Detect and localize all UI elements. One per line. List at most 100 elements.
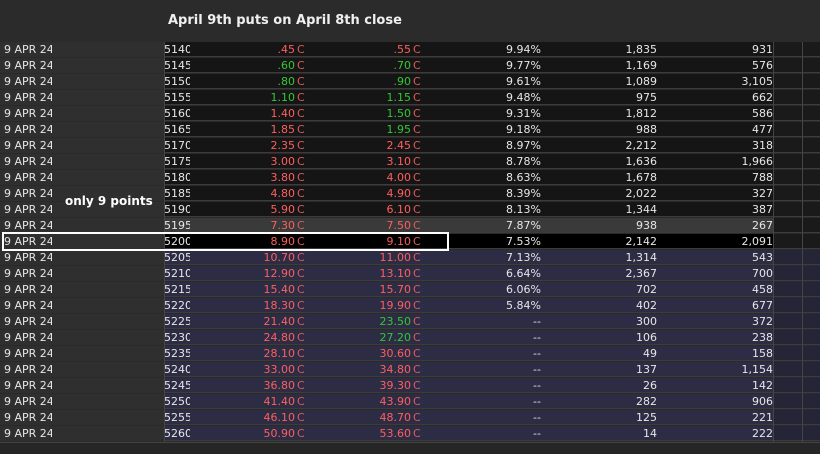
row-tail <box>773 74 820 88</box>
date-cell: 9 APR 24 <box>0 298 52 313</box>
table-row[interactable]: 9 APR 24 5160 1.40 C 1.50 C 9.31% 1,812 586 <box>0 106 820 121</box>
volume-cell: 2,022 <box>625 187 658 200</box>
table-row[interactable]: 9 APR 24 5205 10.70 C 11.00 C 7.13% 1,314 543 <box>0 250 820 265</box>
table-row[interactable]: 9 APR 24 5225 21.40 C 23.50 C -- 300 372 <box>0 314 820 329</box>
bid-flag-cell: C <box>297 187 305 200</box>
table-row[interactable]: 9 APR 24 5165 1.85 C 1.95 C 9.18% 988 477 <box>0 122 820 137</box>
row-tail <box>773 42 820 56</box>
strike-cell: 5170 <box>164 139 190 152</box>
table-row[interactable]: 9 APR 24 5245 36.80 C 39.30 C -- 26 142 <box>0 378 820 393</box>
open-interest-cell: 788 <box>752 171 773 184</box>
row-tail <box>773 346 820 360</box>
bid-flag-cell: C <box>297 427 305 440</box>
iv-cell: 9.61% <box>506 75 541 88</box>
strike-cell: 5140 <box>164 43 190 56</box>
date-cell: 9 APR 24 <box>0 266 52 281</box>
strike-cell: 5210 <box>164 267 190 280</box>
volume-cell: 1,169 <box>625 59 658 72</box>
date-cell: 9 APR 24 <box>0 378 52 393</box>
bid-cell: 18.30 <box>263 299 296 312</box>
ask-cell: 39.30 <box>379 379 412 392</box>
ask-cell: 13.10 <box>379 267 412 280</box>
ask-cell: 15.70 <box>379 283 412 296</box>
strike-cell: 5180 <box>164 171 190 184</box>
spacer-cell <box>52 106 164 121</box>
column-separator <box>773 42 774 442</box>
row-tail <box>773 410 820 424</box>
table-row[interactable]: 9 APR 24 5140.45 C .55 C 9.94% 1,835 931 <box>0 42 820 57</box>
volume-cell: 1,314 <box>625 251 658 264</box>
spacer-cell <box>52 394 164 409</box>
bid-flag-cell: C <box>297 379 305 392</box>
table-row[interactable]: 9 APR 24 5255 46.10 C 48.70 C -- 125 221 <box>0 410 820 425</box>
table-row[interactable]: 9 APR 24 5145.60 C .70 C 9.77% 1,169 576 <box>0 58 820 73</box>
table-row[interactable]: 9 APR 24 5215 15.40 C 15.70 C 6.06% 702 458 <box>0 282 820 297</box>
open-interest-cell: 677 <box>752 299 773 312</box>
bid-cell: 24.80 <box>263 331 296 344</box>
bid-flag-cell: C <box>297 43 305 56</box>
ask-cell: 4.00 <box>386 171 412 184</box>
bid-cell: 36.80 <box>263 379 296 392</box>
spacer-cell <box>52 138 164 153</box>
volume-cell: 26 <box>643 379 657 392</box>
date-cell: 9 APR 24 <box>0 186 52 201</box>
open-interest-cell: 238 <box>752 331 773 344</box>
iv-cell: 9.31% <box>506 107 541 120</box>
volume-cell: 106 <box>636 331 657 344</box>
open-interest-cell: 1,966 <box>741 155 774 168</box>
ask-cell: 1.15 <box>386 91 412 104</box>
date-cell: 9 APR 24 <box>0 74 52 89</box>
table-row[interactable]: 9 APR 24 5235 28.10 C 30.60 C -- 49 158 <box>0 346 820 361</box>
table-row[interactable]: 9 APR 24 5260 50.90 C 53.60 C -- 14 222 <box>0 426 820 441</box>
volume-cell: 137 <box>636 363 657 376</box>
ask-flag-cell: C <box>413 283 421 296</box>
row-tail <box>773 106 820 120</box>
table-row[interactable]: 9 APR 24 5195 7.30 C 7.50 C 7.87% 938 267 <box>0 218 820 233</box>
highlight-box <box>2 232 449 251</box>
bid-flag-cell: C <box>297 251 305 264</box>
open-interest-cell: 543 <box>752 251 773 264</box>
table-row[interactable]: 9 APR 24 5170 2.35 C 2.45 C 8.97% 2,212 318 <box>0 138 820 153</box>
table-row[interactable]: 9 APR 24 5155 1.10 C 1.15 C 9.48% 975 662 <box>0 90 820 105</box>
date-cell: 9 APR 24 <box>0 154 52 169</box>
table-row[interactable]: 9 APR 24 5150.80 C .90 C 9.61% 1,089 3,105 <box>0 74 820 89</box>
strike-cell: 5160 <box>164 107 190 120</box>
row-tail <box>773 202 820 216</box>
table-row[interactable]: 9 APR 24 5180 3.80 C 4.00 C 8.63% 1,678 788 <box>0 170 820 185</box>
table-row[interactable]: 9 APR 24 5210 12.90 C 13.10 C 6.64% 2,367 700 <box>0 266 820 281</box>
strike-cell: 5230 <box>164 331 190 344</box>
bid-flag-cell: C <box>297 59 305 72</box>
strike-cell: 5235 <box>164 347 190 360</box>
table-row[interactable]: 9 APR 24 5230 24.80 C 27.20 C -- 106 238 <box>0 330 820 345</box>
volume-cell: 938 <box>636 219 657 232</box>
bottom-scrollbar[interactable] <box>0 442 820 454</box>
ask-flag-cell: C <box>413 315 421 328</box>
bid-flag-cell: C <box>297 75 305 88</box>
table-row[interactable]: 9 APR 24 5220 18.30 C 19.90 C 5.84% 402 677 <box>0 298 820 313</box>
ask-cell: 19.90 <box>379 299 412 312</box>
row-tail <box>773 426 820 440</box>
bid-flag-cell: C <box>297 363 305 376</box>
strike-cell: 5245 <box>164 379 190 392</box>
spacer-cell <box>52 266 164 281</box>
volume-cell: 1,835 <box>625 43 658 56</box>
ask-flag-cell: C <box>413 395 421 408</box>
volume-cell: 1,678 <box>625 171 658 184</box>
bid-cell: .45 <box>277 43 296 56</box>
iv-cell: 6.06% <box>506 283 541 296</box>
open-interest-cell: 458 <box>752 283 773 296</box>
table-row[interactable]: 9 APR 24 5175 3.00 C 3.10 C 8.78% 1,636 1,966 <box>0 154 820 169</box>
row-tail <box>773 330 820 344</box>
ask-flag-cell: C <box>413 411 421 424</box>
ask-cell: 43.90 <box>379 395 412 408</box>
table-row[interactable]: 9 APR 24 5240 33.00 C 34.80 C -- 137 1,154 <box>0 362 820 377</box>
row-tail <box>773 394 820 408</box>
iv-cell: 9.48% <box>506 91 541 104</box>
volume-cell: 49 <box>643 347 657 360</box>
date-cell: 9 APR 24 <box>0 362 52 377</box>
table-row[interactable]: 9 APR 24 5250 41.40 C 43.90 C -- 282 906 <box>0 394 820 409</box>
ask-flag-cell: C <box>413 123 421 136</box>
row-tail <box>773 234 820 248</box>
date-cell: 9 APR 24 <box>0 282 52 297</box>
iv-cell: 8.78% <box>506 155 541 168</box>
